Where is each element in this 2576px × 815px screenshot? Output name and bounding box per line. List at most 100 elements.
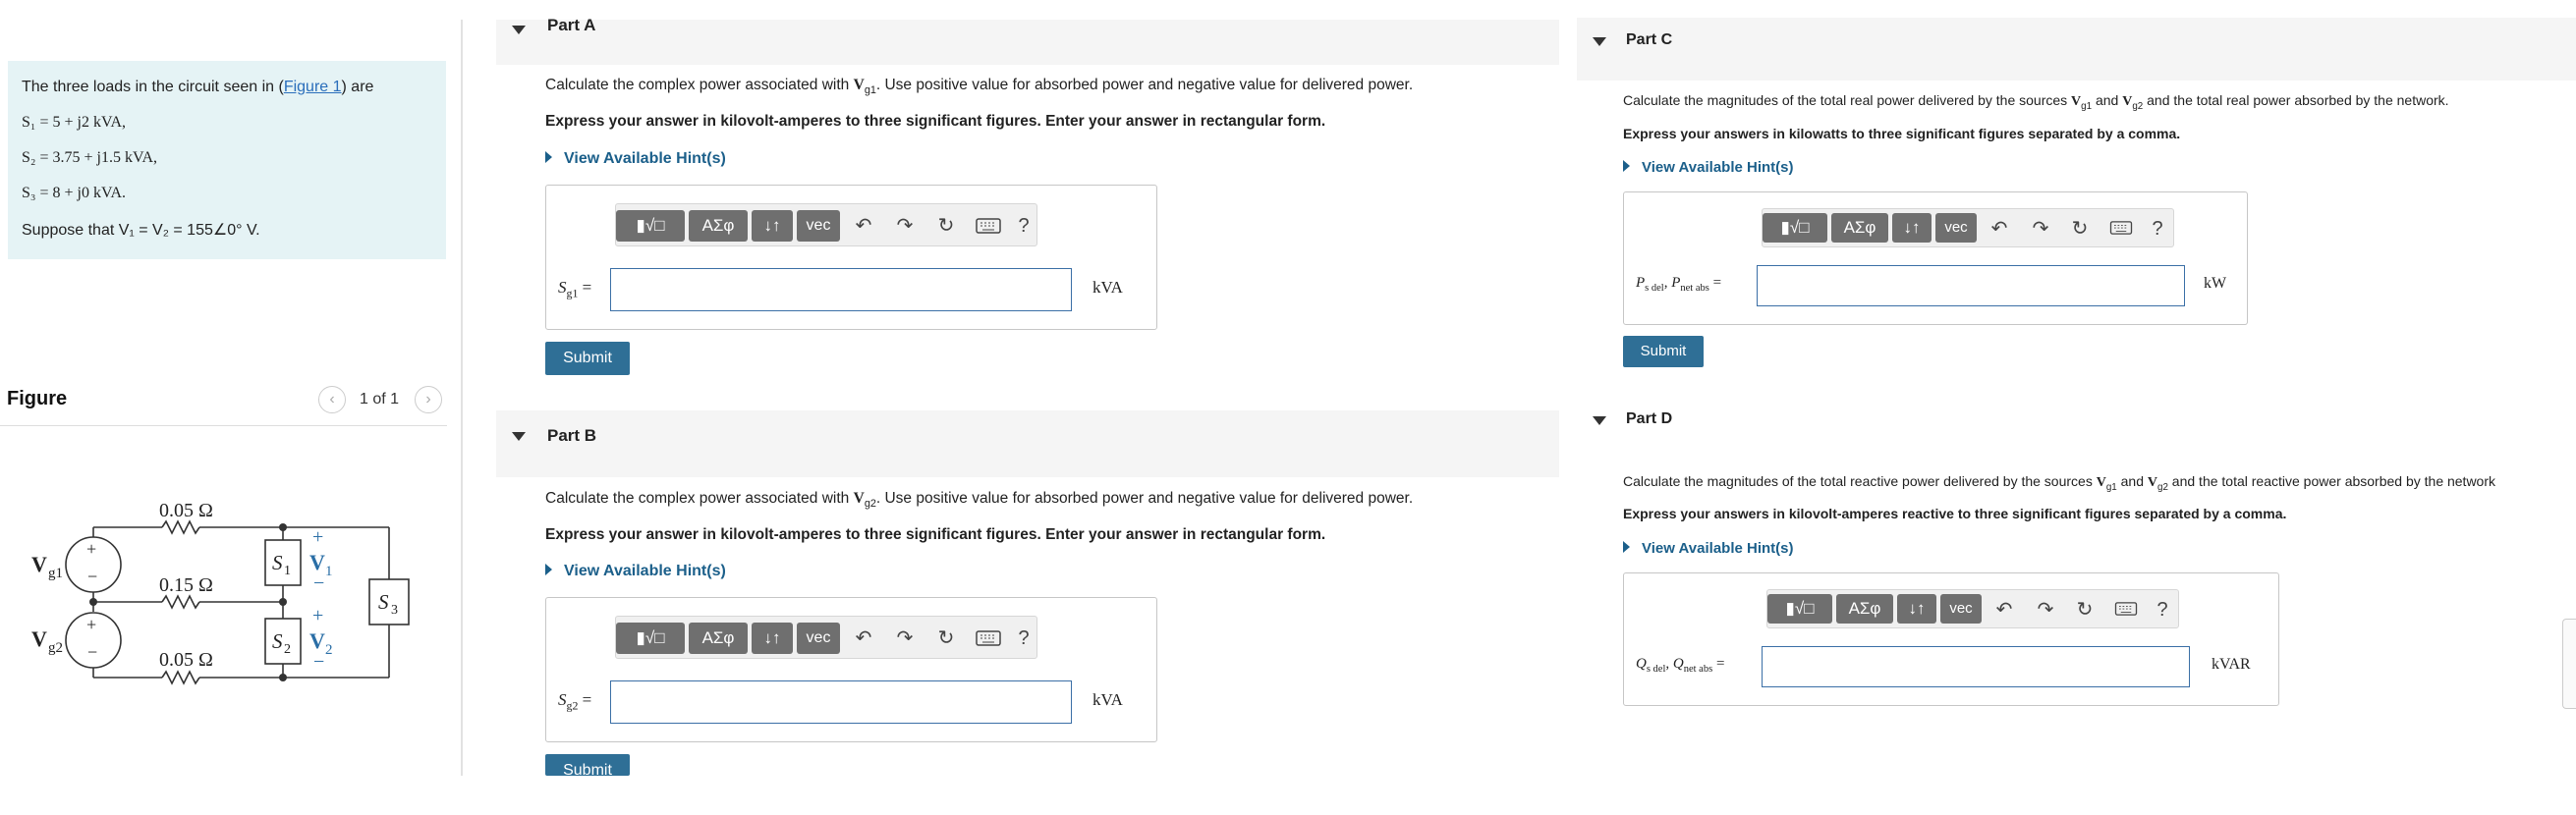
part-c-unit: kW — [2204, 275, 2227, 292]
part-d-answer-input[interactable] — [1762, 646, 2190, 687]
question-text-end: and the total real power absorbed by the… — [2143, 92, 2449, 108]
part-d-hint-toggle[interactable]: View Available Hint(s) — [1623, 540, 1794, 557]
reset-icon[interactable]: ↻ — [2072, 594, 2098, 625]
part-d-header[interactable]: Part D — [1577, 395, 2576, 454]
question-var-1: V — [2071, 94, 2082, 109]
prev-figure-button[interactable]: ‹ — [318, 386, 346, 413]
help-button[interactable]: ? — [1013, 623, 1035, 654]
question-var: V — [853, 490, 865, 507]
source-vg2-label: V — [31, 626, 47, 651]
greek-symbols-button[interactable]: AΣφ — [689, 623, 748, 654]
template-button[interactable]: ▮√□ — [616, 210, 685, 242]
keyboard-icon[interactable] — [2106, 213, 2136, 244]
part-c-header[interactable]: Part C — [1577, 18, 2576, 81]
load-s1-label: S — [272, 551, 283, 574]
greek-symbols-button[interactable]: AΣφ — [689, 210, 748, 242]
v2-sub: 2 — [325, 642, 333, 658]
reset-icon[interactable]: ↻ — [2067, 213, 2093, 244]
hint-label: View Available Hint(s) — [1642, 540, 1794, 557]
keyboard-icon[interactable] — [972, 210, 1005, 242]
help-button[interactable]: ? — [1013, 210, 1035, 242]
question-var-1-sub: g1 — [2081, 100, 2093, 112]
undo-icon[interactable]: ↶ — [850, 210, 877, 242]
reset-icon[interactable]: ↻ — [932, 210, 960, 242]
subscript-superscript-button[interactable]: ↓↑ — [1892, 213, 1932, 243]
part-d-answer-box: ▮√□ AΣφ ↓↑ vec ↶ ↷ ↻ ? Qs del, Qnet abs … — [1623, 572, 2279, 706]
part-a-answer-input[interactable] — [610, 268, 1072, 311]
label-var-a: Q — [1636, 656, 1647, 672]
greek-symbols-button[interactable]: AΣφ — [1831, 213, 1888, 243]
undo-icon[interactable]: ↶ — [1987, 213, 2012, 244]
label-var-b: P — [1671, 275, 1681, 291]
part-d-input-label: Qs del, Qnet abs = — [1636, 656, 1725, 675]
part-a-title: Part A — [547, 16, 596, 34]
v1-minus: − — [313, 572, 324, 594]
part-c-answer-box: ▮√□ AΣφ ↓↑ vec ↶ ↷ ↻ ? Ps del, Pnet abs … — [1623, 191, 2248, 325]
intro-text: The three loads in the circuit seen in ( — [22, 79, 284, 95]
part-b-title: Part B — [547, 426, 597, 445]
load-s2-sub: 2 — [284, 642, 291, 657]
caret-right-icon — [545, 151, 552, 163]
part-b-submit-button[interactable]: Submit — [545, 754, 630, 776]
template-button[interactable]: ▮√□ — [616, 623, 685, 654]
subscript-superscript-button[interactable]: ↓↑ — [1897, 594, 1936, 624]
label-sub: g2 — [566, 698, 579, 713]
question-text: Calculate the complex power associated w… — [545, 77, 854, 93]
collapse-triangle-icon — [512, 432, 526, 441]
part-a-submit-button[interactable]: Submit — [545, 342, 630, 375]
reset-icon[interactable]: ↻ — [932, 623, 960, 654]
vector-button[interactable]: vec — [1940, 594, 1982, 624]
redo-icon[interactable]: ↷ — [891, 623, 919, 654]
hint-label: View Available Hint(s) — [564, 150, 726, 167]
part-a-hint-toggle[interactable]: View Available Hint(s) — [545, 150, 726, 168]
load-s2-label: S — [272, 629, 283, 653]
redo-icon[interactable]: ↷ — [2033, 594, 2058, 625]
question-var-2: V — [2147, 475, 2158, 490]
part-c-hint-toggle[interactable]: View Available Hint(s) — [1623, 159, 1794, 176]
question-var-sub: g1 — [864, 84, 876, 97]
caret-right-icon — [545, 564, 552, 575]
part-b-hint-toggle[interactable]: View Available Hint(s) — [545, 563, 726, 580]
side-widget-tab[interactable] — [2562, 619, 2576, 709]
subscript-superscript-button[interactable]: ↓↑ — [752, 210, 793, 242]
keyboard-icon[interactable] — [2111, 594, 2141, 625]
redo-icon[interactable]: ↷ — [2028, 213, 2053, 244]
part-d-title: Part D — [1626, 410, 1673, 427]
vg2-minus: − — [87, 642, 97, 662]
subscript-superscript-button[interactable]: ↓↑ — [752, 623, 793, 654]
part-b-header[interactable]: Part B — [496, 410, 1559, 477]
v2-minus: − — [313, 651, 324, 673]
part-b-input-label: Sg2 = — [558, 690, 591, 713]
load-s1-sub: 1 — [284, 564, 291, 578]
part-c-math-toolbar: ▮√□ AΣφ ↓↑ vec ↶ ↷ ↻ ? — [1762, 208, 2174, 247]
vector-button[interactable]: vec — [797, 623, 840, 654]
fraction-root-template-icon: ▮√□ — [1785, 599, 1815, 618]
part-c-answer-input[interactable] — [1757, 265, 2185, 306]
help-button[interactable]: ? — [2153, 594, 2172, 625]
undo-icon[interactable]: ↶ — [850, 623, 877, 654]
greek-symbols-button[interactable]: AΣφ — [1836, 594, 1893, 624]
label-sub-a: s del — [1646, 664, 1666, 675]
part-a-instruction: Express your answer in kilovolt-amperes … — [545, 113, 1326, 130]
vector-button[interactable]: vec — [797, 210, 840, 242]
next-figure-button[interactable]: › — [415, 386, 442, 413]
fraction-root-template-icon: ▮√□ — [636, 628, 665, 647]
undo-icon[interactable]: ↶ — [1991, 594, 2017, 625]
part-c-title: Part C — [1626, 31, 1673, 48]
resistor-bot-label: 0.05 Ω — [159, 649, 213, 671]
collapse-triangle-icon — [1593, 416, 1606, 425]
part-a-header[interactable]: Part A — [496, 16, 1559, 65]
v1-plus: + — [312, 526, 323, 548]
help-button[interactable]: ? — [2148, 213, 2167, 244]
part-d-unit: kVAR — [2212, 656, 2251, 673]
part-c-input-label: Ps del, Pnet abs = — [1636, 275, 1722, 294]
source-vg1-label: V — [31, 552, 47, 576]
keyboard-icon[interactable] — [972, 623, 1005, 654]
template-button[interactable]: ▮√□ — [1763, 213, 1827, 243]
part-b-answer-input[interactable] — [610, 680, 1072, 724]
part-c-submit-button[interactable]: Submit — [1623, 336, 1704, 367]
vector-button[interactable]: vec — [1935, 213, 1977, 243]
figure-link[interactable]: Figure 1 — [284, 79, 342, 95]
redo-icon[interactable]: ↷ — [891, 210, 919, 242]
template-button[interactable]: ▮√□ — [1767, 594, 1832, 624]
